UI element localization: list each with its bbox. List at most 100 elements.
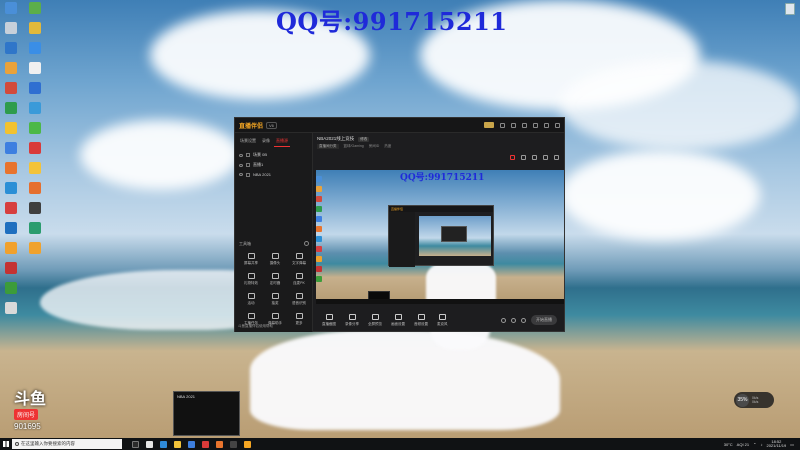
category-chip[interactable]: 直播间分类 [317,144,339,149]
recycle-bin-icon[interactable] [780,3,800,15]
desktop-icon[interactable] [0,2,22,14]
tool-danmaku[interactable]: 文字弹幕 [287,253,311,266]
desktop-icon[interactable] [0,42,22,54]
share-icon[interactable] [554,155,559,160]
desktop-icon[interactable] [24,2,46,14]
eye-icon[interactable] [239,163,243,167]
taskbar-search[interactable]: 在这里输入你要搜索的内容 [12,439,122,449]
close-icon[interactable] [555,122,560,128]
desktop-icon[interactable] [0,142,22,154]
app-titlebar[interactable]: 直播伴侣 V6 [235,118,564,133]
scene-item[interactable]: 场景 0B [235,150,312,160]
tab-live-source[interactable]: 直播源 [274,136,290,147]
vip-icon[interactable] [484,122,494,128]
desktop-icon[interactable] [0,282,22,294]
desktop-icon[interactable] [24,22,46,34]
desktop-icon[interactable] [0,182,22,194]
notification-icon[interactable] [532,155,537,160]
desktop-icon[interactable] [0,242,22,254]
desktop-icon[interactable] [24,42,46,54]
settings-icon[interactable] [511,122,516,128]
tool-speech[interactable]: 语音识别 [287,293,311,306]
chat-icon[interactable] [543,155,548,160]
tool-gift[interactable]: 礼物特效 [239,273,263,286]
tool-camera[interactable]: 摄像头 [263,253,287,266]
desktop-icon[interactable] [24,222,46,234]
desktop-icon[interactable] [0,222,22,234]
network-speed-widget[interactable]: 35% 0k/s 0k/s [734,392,774,408]
desktop-icon[interactable] [0,22,22,34]
camera-toggle-icon[interactable] [501,317,506,323]
tool-lottery[interactable]: 抽奖 [263,293,287,306]
desktop-icon[interactable] [24,102,46,114]
scene-item[interactable]: NBA 2021 [235,170,312,179]
maximize-icon[interactable] [544,122,549,128]
weather-temp[interactable]: 30°C [724,442,733,447]
tab-recording[interactable]: 录像 [260,136,272,147]
tool-screen-share[interactable]: 屏幕共享 [239,253,263,266]
desktop-icon[interactable] [24,182,46,194]
video-settings-button[interactable]: 画面设置 [391,313,405,327]
taskbar-thumbnail-preview[interactable]: NBA 2021 [173,391,240,436]
air-quality[interactable]: AQI 21 [737,442,749,447]
lock-icon[interactable] [246,172,250,177]
screenshot-button[interactable]: 直播截图 [322,313,336,327]
tool-pk[interactable]: 连麦PK [287,273,311,286]
task-view-icon[interactable] [132,440,139,448]
clock[interactable]: 18:52 2021/11/19 [766,439,786,449]
desktop-icon[interactable] [24,202,46,214]
record-icon[interactable] [510,155,515,160]
gear-icon[interactable] [304,241,309,246]
edit-room-button[interactable]: 修改 [358,136,370,142]
tool-more[interactable]: 更多 [287,313,311,326]
tab-scene-settings[interactable]: 场景设置 [238,136,258,147]
skin-icon[interactable] [500,122,505,128]
minimize-icon[interactable] [533,122,538,128]
help-link[interactable]: 斗鱼直播伴侣使用帮助 [238,324,273,329]
share-screen-icon[interactable] [521,155,526,160]
settings-icon[interactable] [521,317,526,323]
microphone-button[interactable]: 麦克风 [437,313,448,327]
volume-icon[interactable]: ♪ [760,442,762,447]
tool-activity[interactable]: 活动 [239,293,263,306]
desktop-icon[interactable] [24,142,46,154]
desktop-icon[interactable] [24,242,46,254]
desktop-icon[interactable] [0,262,22,274]
scene-item[interactable]: 直播1 [235,160,312,170]
audio-settings-button[interactable]: 音频设置 [414,313,428,327]
eye-icon[interactable] [239,153,243,157]
streaming-app-taskbar-icon[interactable] [244,440,251,448]
start-live-button[interactable]: 开始直播 [531,315,557,325]
lock-icon[interactable] [246,153,250,157]
desktop-icon[interactable] [24,122,46,134]
eye-icon[interactable] [239,173,243,176]
file-explorer-icon[interactable] [146,440,153,448]
start-button[interactable] [0,438,12,450]
stream-preview[interactable]: QQ号:991715211 直播伴侣 [316,170,564,304]
edge-icon[interactable] [160,440,167,448]
desktop-icon[interactable] [24,62,46,74]
tool-timer[interactable]: 定时器 [263,273,287,286]
mic-toggle-icon[interactable] [511,317,516,323]
app-icon[interactable] [230,440,237,448]
desktop-icon[interactable] [0,102,22,114]
menu-icon[interactable] [522,122,527,128]
app-icon[interactable] [202,440,209,448]
notification-icon[interactable]: ▭ [790,442,794,447]
desktop-icon[interactable] [0,302,22,314]
streaming-app-window[interactable]: 直播伴侣 V6 场景设置 录像 直播源 场景 0B 直播1 NBA 2021 工… [234,117,565,332]
desktop-icon[interactable] [0,82,22,94]
lock-icon[interactable] [246,163,250,167]
folder-icon[interactable] [174,440,181,448]
desktop-icon[interactable] [0,202,22,214]
network-icon[interactable]: ⌃ [753,442,756,447]
store-icon[interactable] [188,440,195,448]
desktop-icon[interactable] [0,62,22,74]
desktop-icon[interactable] [24,162,46,174]
desktop-icon[interactable] [0,122,22,134]
record-share-button[interactable]: 录像分享 [345,313,359,327]
desktop-icon[interactable] [0,162,22,174]
app-icon[interactable] [216,440,223,448]
fullscreen-preview-button[interactable]: 全屏预览 [368,313,382,327]
desktop-icon[interactable] [24,82,46,94]
